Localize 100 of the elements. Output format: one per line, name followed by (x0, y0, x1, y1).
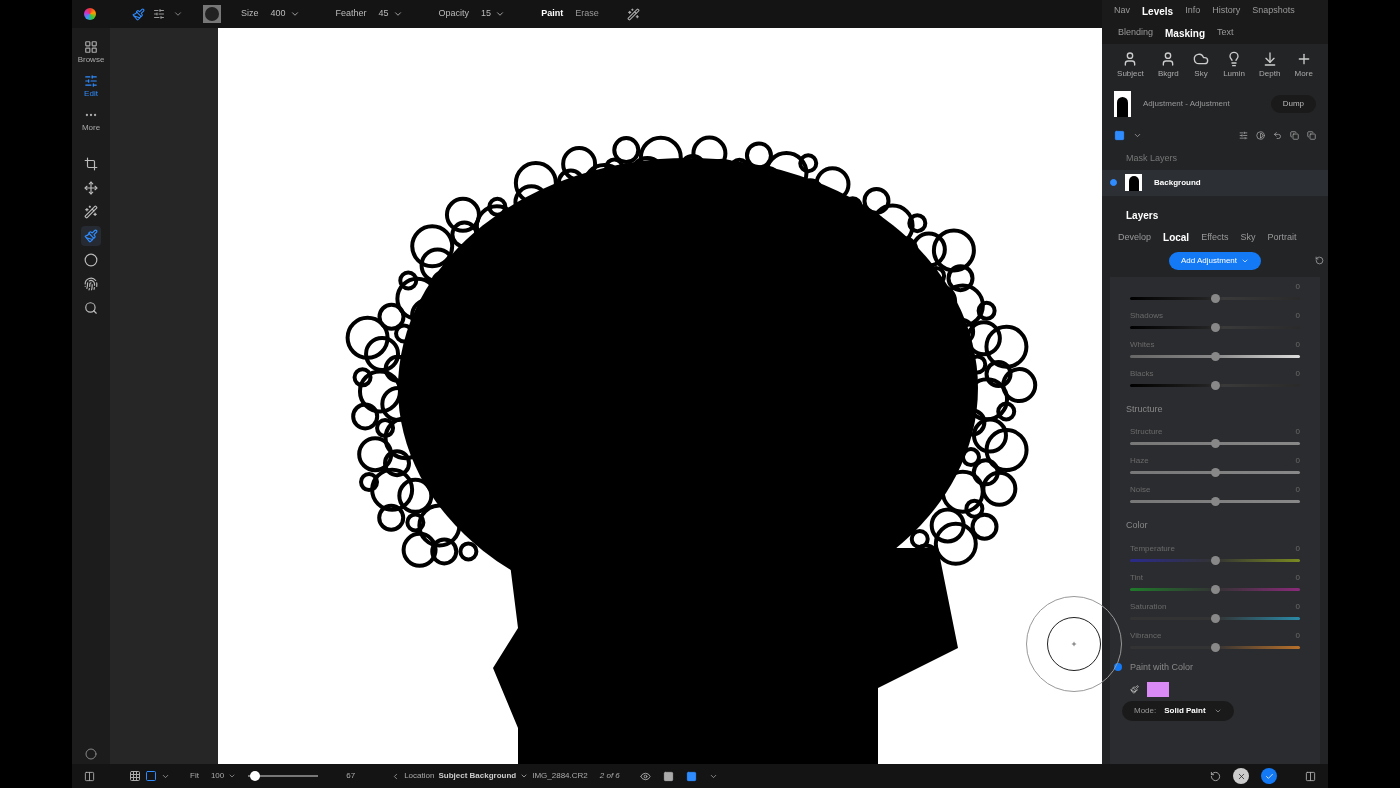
panel-tab[interactable]: Nav (1114, 4, 1130, 18)
caret-icon[interactable] (173, 9, 183, 19)
mode-dropdown[interactable]: Mode: Solid Paint (1122, 701, 1234, 721)
slider-track[interactable] (1130, 354, 1300, 358)
slider-thumb[interactable] (1211, 439, 1220, 448)
wand-icon[interactable] (626, 7, 640, 21)
location-label: Location (404, 770, 435, 782)
value-dropdown[interactable]: 15 (481, 7, 506, 21)
mask-thumbnail (1114, 91, 1131, 117)
sliders-icon[interactable] (1239, 130, 1248, 140)
contrast-icon[interactable] (1256, 130, 1265, 140)
slider-thumb[interactable] (1211, 351, 1220, 361)
mask-view-icon[interactable] (685, 770, 697, 782)
search-icon (84, 301, 98, 315)
slider-thumb[interactable] (1211, 642, 1220, 652)
layer-tab[interactable]: Sky (1240, 230, 1256, 245)
slider-track[interactable] (1130, 471, 1300, 474)
section-title: Mask Layers (1125, 152, 1179, 165)
mask-tool-button[interactable]: Subject (1117, 50, 1144, 80)
value-dropdown[interactable]: 45 (378, 7, 403, 21)
caret-icon (495, 9, 506, 19)
check-icon (1264, 771, 1274, 781)
slider-thumb[interactable] (1211, 555, 1220, 565)
zoom-slider-thumb[interactable] (249, 771, 260, 781)
layer-tab[interactable]: Effects (1201, 230, 1229, 245)
slider-label: Noise (1130, 484, 1151, 495)
slider-thumb[interactable] (1211, 497, 1220, 506)
eye-icon[interactable] (639, 770, 651, 782)
mask-tool-button[interactable]: More (1294, 50, 1313, 80)
add-adjustment-button[interactable]: Add Adjustment (1168, 251, 1261, 270)
color-swatch[interactable] (1147, 682, 1169, 697)
brush-options-icon[interactable] (153, 8, 165, 20)
cancel-button[interactable] (1233, 768, 1249, 784)
mode-tab[interactable]: Erase (575, 7, 599, 21)
status-icon[interactable] (85, 748, 97, 760)
slider-thumb[interactable] (1211, 613, 1220, 623)
module-tab[interactable]: Blending (1118, 26, 1154, 40)
overlay-icon[interactable] (662, 770, 674, 782)
layer-tab[interactable]: Portrait (1267, 230, 1297, 245)
layer-tab[interactable]: Local (1163, 230, 1190, 245)
mask-tool-button[interactable]: Lumin (1223, 50, 1245, 80)
layer-tab[interactable]: Develop (1118, 230, 1152, 245)
mask-tool-button[interactable]: Depth (1259, 50, 1281, 80)
copy-icon[interactable] (1290, 130, 1299, 140)
panel-toggle-icon[interactable] (84, 770, 95, 782)
brush-icon[interactable] (132, 7, 145, 21)
panel-tab[interactable]: Snapshots (1252, 4, 1295, 18)
mask-layer-row[interactable]: Background (1102, 169, 1328, 196)
copy-icon[interactable] (1307, 130, 1316, 140)
slider-thumb[interactable] (1211, 380, 1220, 390)
caret-icon (228, 772, 237, 780)
section-title: Structure (1125, 402, 1164, 416)
panel-tab[interactable]: Info (1185, 4, 1201, 18)
slider-track[interactable] (1130, 500, 1300, 503)
undo-icon[interactable] (1273, 130, 1282, 140)
move-icon (84, 181, 98, 195)
slider-track[interactable] (1130, 587, 1300, 591)
nav-button[interactable]: Edit (84, 74, 98, 100)
location-dropdown[interactable]: Subject Background (438, 770, 529, 782)
reset-icon[interactable] (1210, 770, 1221, 782)
dump-button[interactable]: Dump (1270, 95, 1316, 113)
section-title: Color (1125, 519, 1149, 532)
single-view-icon[interactable] (145, 770, 157, 782)
slider-thumb[interactable] (1211, 322, 1220, 332)
zoom-dropdown[interactable]: 100 (210, 770, 237, 782)
panel-tab[interactable]: History (1212, 4, 1241, 18)
grid-icon (84, 40, 98, 54)
grid-view-icon[interactable] (129, 770, 141, 782)
panel-toggle-icon[interactable] (1305, 770, 1316, 782)
slider-track[interactable] (1130, 558, 1300, 562)
nav-button[interactable]: More (81, 108, 101, 134)
zoom-label: Fit (190, 770, 199, 782)
option-label: Paint with Color (1130, 660, 1194, 674)
slider-thumb[interactable] (1211, 293, 1220, 303)
module-tab[interactable]: Text (1217, 26, 1234, 40)
slider-track[interactable] (1130, 616, 1300, 620)
mask-canvas[interactable] (218, 28, 1102, 764)
layer-name: Background (1154, 176, 1201, 189)
module-tab[interactable]: Masking (1165, 25, 1206, 41)
caret-icon (1213, 707, 1222, 715)
app-logo-icon[interactable] (84, 8, 96, 20)
slider-thumb[interactable] (1211, 584, 1220, 594)
mask-tool-button[interactable]: Sky (1193, 50, 1209, 80)
tool-button[interactable] (81, 226, 101, 246)
image-position: 2 of 6 (599, 770, 620, 782)
sliders-icon (84, 74, 98, 88)
reset-icon[interactable] (1315, 256, 1324, 265)
confirm-button[interactable] (1261, 768, 1277, 784)
slider-track[interactable] (1130, 645, 1300, 649)
mode-tab[interactable]: Paint (541, 7, 564, 21)
slider-thumb[interactable] (1211, 468, 1220, 477)
field-label: Opacity (438, 7, 470, 21)
brush-preview[interactable] (203, 5, 221, 23)
nav-button[interactable]: Browse (77, 40, 105, 66)
slider-track[interactable] (1130, 442, 1300, 445)
value-dropdown[interactable]: 400 (270, 7, 300, 21)
slider-label: Shadows (1130, 309, 1163, 321)
mask-tool-button[interactable]: Bkgrd (1157, 50, 1179, 80)
mask-view-icon[interactable] (1114, 129, 1125, 141)
panel-tab[interactable]: Levels (1142, 3, 1174, 19)
